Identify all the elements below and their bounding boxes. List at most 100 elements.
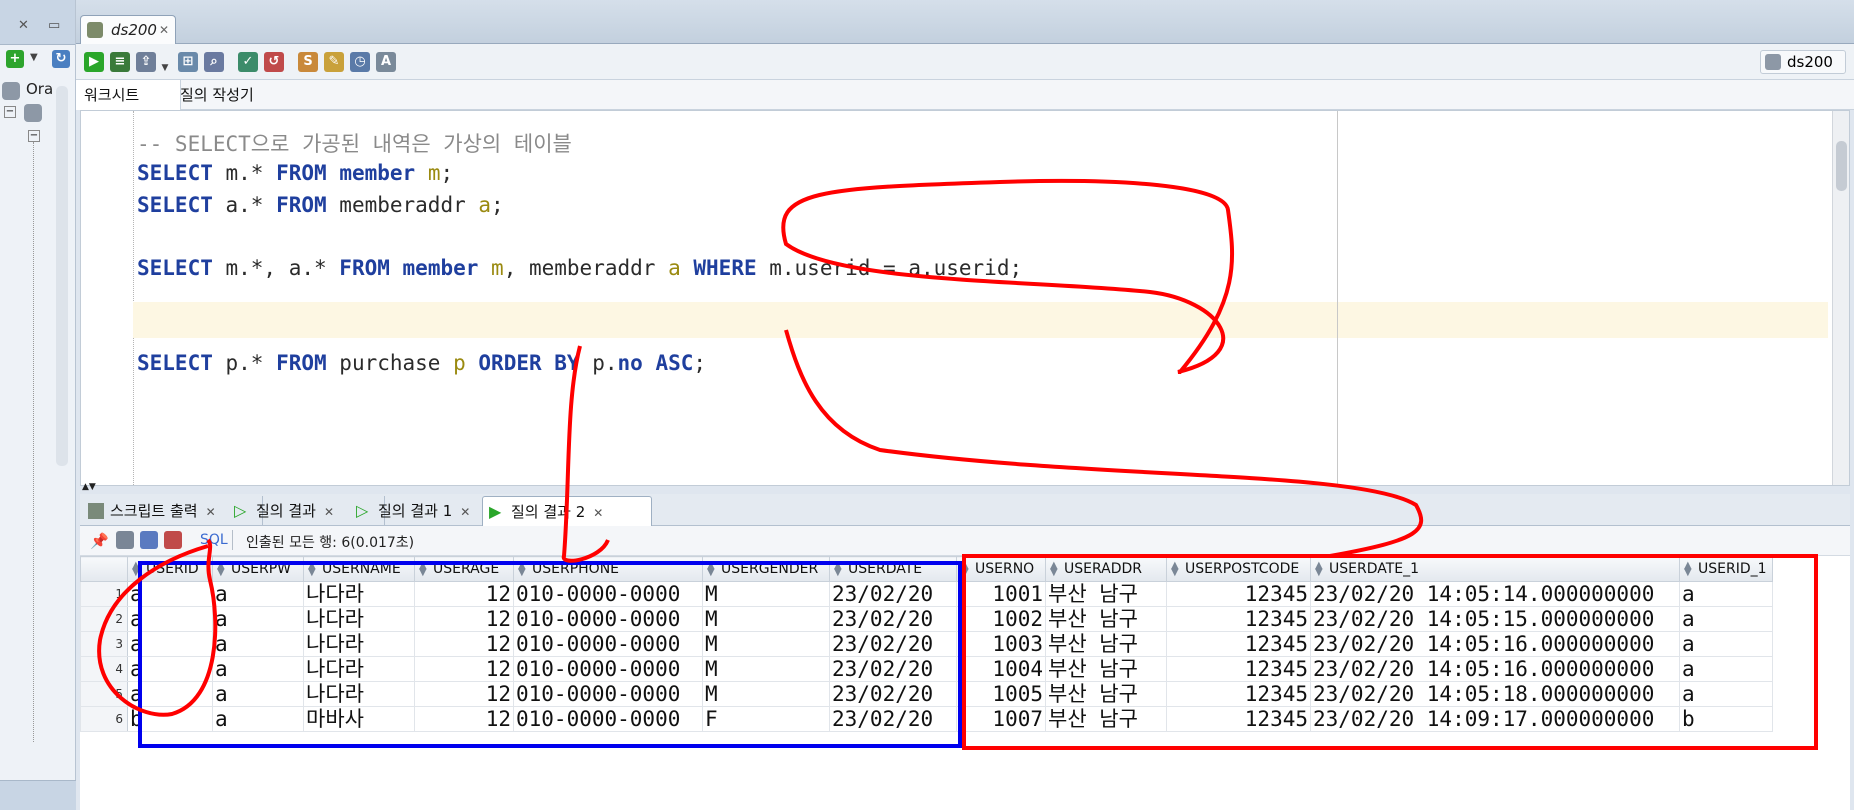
tree-collapse-icon[interactable]: − bbox=[4, 106, 16, 118]
cell-usergender[interactable]: F bbox=[702, 706, 830, 732]
column-header-userpostcode[interactable]: ▲ ▼ USERPOSTCODE bbox=[1166, 556, 1311, 582]
format-icon[interactable]: A bbox=[376, 52, 396, 72]
cell-userno[interactable]: 1005 bbox=[956, 681, 1046, 707]
code-line[interactable]: SELECT p.* FROM purchase p ORDER BY p.no… bbox=[137, 351, 706, 375]
history-icon[interactable]: ◷ bbox=[350, 52, 370, 72]
sort-icon[interactable]: ▲ ▼ bbox=[961, 561, 969, 578]
cell-userid_1[interactable]: a bbox=[1679, 631, 1773, 657]
column-header-userno[interactable]: ▲ ▼ USERNO bbox=[956, 556, 1046, 582]
cell-username[interactable]: 나다라 bbox=[303, 606, 415, 632]
close-icon[interactable]: ✕ bbox=[206, 505, 216, 519]
table-row[interactable]: 2 a a 나다라 12 010-0000-0000 M 23/02/20 1002 부산 남구 1… bbox=[80, 606, 1773, 632]
cell-userno[interactable]: 1004 bbox=[956, 656, 1046, 682]
unshared-sql-icon[interactable]: S bbox=[298, 52, 318, 72]
column-header-userdate_1[interactable]: ▲ ▼ USERDATE_1 bbox=[1310, 556, 1680, 582]
cell-username[interactable]: 나다라 bbox=[303, 656, 415, 682]
commit-icon[interactable]: ⇪ bbox=[136, 52, 156, 72]
print-icon[interactable] bbox=[116, 531, 134, 549]
cell-userphone[interactable]: 010-0000-0000 bbox=[513, 656, 703, 682]
table-row[interactable]: 4 a a 나다라 12 010-0000-0000 M 23/02/20 1004 부산 남구 1… bbox=[80, 656, 1773, 682]
sql-link[interactable]: SQL bbox=[200, 532, 228, 548]
connection-icon[interactable] bbox=[24, 104, 42, 122]
navigator-scrollbar[interactable] bbox=[56, 86, 68, 466]
clear-icon[interactable]: ✎ bbox=[324, 52, 344, 72]
cell-userpostcode[interactable]: 12345 bbox=[1166, 606, 1311, 632]
code-line[interactable]: SELECT a.* FROM memberaddr a; bbox=[137, 193, 504, 217]
cell-userpw[interactable]: a bbox=[212, 581, 304, 607]
table-row[interactable]: 3 a a 나다라 12 010-0000-0000 M 23/02/20 1003 부산 남구 1… bbox=[80, 631, 1773, 657]
sort-icon[interactable]: ▲ ▼ bbox=[217, 561, 225, 578]
add-connection-icon[interactable]: + bbox=[6, 50, 24, 68]
cell-userdate[interactable]: 23/02/20 bbox=[829, 606, 957, 632]
table-row[interactable]: 5 a a 나다라 12 010-0000-0000 M 23/02/20 1005 부산 남구 1… bbox=[80, 681, 1773, 707]
editor-scrollbar-thumb[interactable] bbox=[1836, 141, 1847, 191]
commit-transaction-icon[interactable]: ✓ bbox=[238, 52, 258, 72]
cell-userid[interactable]: a bbox=[127, 631, 213, 657]
cell-userdate_1[interactable]: 23/02/20 14:05:15.000000000 bbox=[1310, 606, 1680, 632]
close-icon[interactable]: ✕ bbox=[159, 16, 169, 44]
run-script-icon[interactable]: ≡ bbox=[110, 52, 130, 72]
cell-useraddr[interactable]: 부산 남구 bbox=[1045, 606, 1167, 632]
refresh-icon[interactable] bbox=[140, 531, 158, 549]
minimize-icon[interactable]: ▭ bbox=[48, 18, 60, 33]
cell-userphone[interactable]: 010-0000-0000 bbox=[513, 681, 703, 707]
cell-userage[interactable]: 12 bbox=[414, 681, 514, 707]
cell-userno[interactable]: 1003 bbox=[956, 631, 1046, 657]
splitter-arrows-icon[interactable]: ▲▼ bbox=[82, 482, 96, 492]
row-number[interactable]: 2 bbox=[80, 606, 128, 632]
column-header-userage[interactable]: ▲ ▼ USERAGE bbox=[414, 556, 514, 582]
close-icon[interactable]: ✕ bbox=[324, 505, 334, 519]
cell-userno[interactable]: 1001 bbox=[956, 581, 1046, 607]
cell-username[interactable]: 마바사 bbox=[303, 706, 415, 732]
cell-userdate[interactable]: 23/02/20 bbox=[829, 581, 957, 607]
table-row[interactable]: 1 a a 나다라 12 010-0000-0000 M 23/02/20 1001 부산 남구 1… bbox=[80, 581, 1773, 607]
cell-userphone[interactable]: 010-0000-0000 bbox=[513, 581, 703, 607]
cell-userpw[interactable]: a bbox=[212, 656, 304, 682]
cell-userid_1[interactable]: b bbox=[1679, 706, 1773, 732]
cell-username[interactable]: 나다라 bbox=[303, 631, 415, 657]
cell-userdate[interactable]: 23/02/20 bbox=[829, 631, 957, 657]
row-number[interactable]: 5 bbox=[80, 681, 128, 707]
cell-userpostcode[interactable]: 12345 bbox=[1166, 581, 1311, 607]
pin-icon[interactable]: 📌 bbox=[90, 532, 109, 550]
cell-userage[interactable]: 12 bbox=[414, 581, 514, 607]
sort-icon[interactable]: ▲ ▼ bbox=[308, 561, 316, 578]
tab-query-result-2[interactable]: ▶ 질의 결과 2 ✕ bbox=[482, 496, 652, 527]
rollback-icon[interactable]: ↺ bbox=[264, 52, 284, 72]
code-line[interactable]: -- SELECT으로 가공된 내역은 가상의 테이블 bbox=[137, 128, 572, 158]
cell-userdate[interactable]: 23/02/20 bbox=[829, 706, 957, 732]
cell-userid[interactable]: b bbox=[127, 706, 213, 732]
editor-scrollbar[interactable] bbox=[1832, 111, 1849, 485]
sort-icon[interactable]: ▲ ▼ bbox=[419, 561, 427, 578]
cell-userno[interactable]: 1002 bbox=[956, 606, 1046, 632]
cell-userdate_1[interactable]: 23/02/20 14:05:14.000000000 bbox=[1310, 581, 1680, 607]
cell-userid[interactable]: a bbox=[127, 606, 213, 632]
cancel-icon[interactable] bbox=[164, 531, 182, 549]
row-number[interactable]: 1 bbox=[80, 581, 128, 607]
cell-userid_1[interactable]: a bbox=[1679, 656, 1773, 682]
sort-icon[interactable]: ▲ ▼ bbox=[1315, 561, 1323, 578]
cell-userdate[interactable]: 23/02/20 bbox=[829, 681, 957, 707]
cell-useraddr[interactable]: 부산 남구 bbox=[1045, 706, 1167, 732]
table-row[interactable]: 6 b a 마바사 12 010-0000-0000 F 23/02/20 1007 부산 남구 1… bbox=[80, 706, 1773, 732]
cell-userid[interactable]: a bbox=[127, 656, 213, 682]
grid-body[interactable]: 1 a a 나다라 12 010-0000-0000 M 23/02/20 1001 부산 남구 1… bbox=[80, 581, 1773, 732]
cell-userage[interactable]: 12 bbox=[414, 656, 514, 682]
column-header-userpw[interactable]: ▲ ▼ USERPW bbox=[212, 556, 304, 582]
cell-userpw[interactable]: a bbox=[212, 606, 304, 632]
navigator-root-label[interactable]: Ora bbox=[26, 80, 53, 98]
cell-usergender[interactable]: M bbox=[702, 581, 830, 607]
row-number[interactable]: 3 bbox=[80, 631, 128, 657]
cell-userphone[interactable]: 010-0000-0000 bbox=[513, 631, 703, 657]
sort-icon[interactable]: ▲ ▼ bbox=[1050, 561, 1058, 578]
cell-userid_1[interactable]: a bbox=[1679, 606, 1773, 632]
column-header-userid[interactable]: ▲ ▼ USERID bbox=[127, 556, 213, 582]
cell-usergender[interactable]: M bbox=[702, 606, 830, 632]
column-header-userdate[interactable]: ▲ ▼ USERDATE bbox=[829, 556, 957, 582]
cell-userpw[interactable]: a bbox=[212, 706, 304, 732]
row-number[interactable]: 4 bbox=[80, 656, 128, 682]
panel-splitter[interactable]: ▲▼ bbox=[80, 482, 1850, 494]
cell-username[interactable]: 나다라 bbox=[303, 681, 415, 707]
sort-icon[interactable]: ▲ ▼ bbox=[1171, 561, 1179, 578]
cell-userpostcode[interactable]: 12345 bbox=[1166, 656, 1311, 682]
